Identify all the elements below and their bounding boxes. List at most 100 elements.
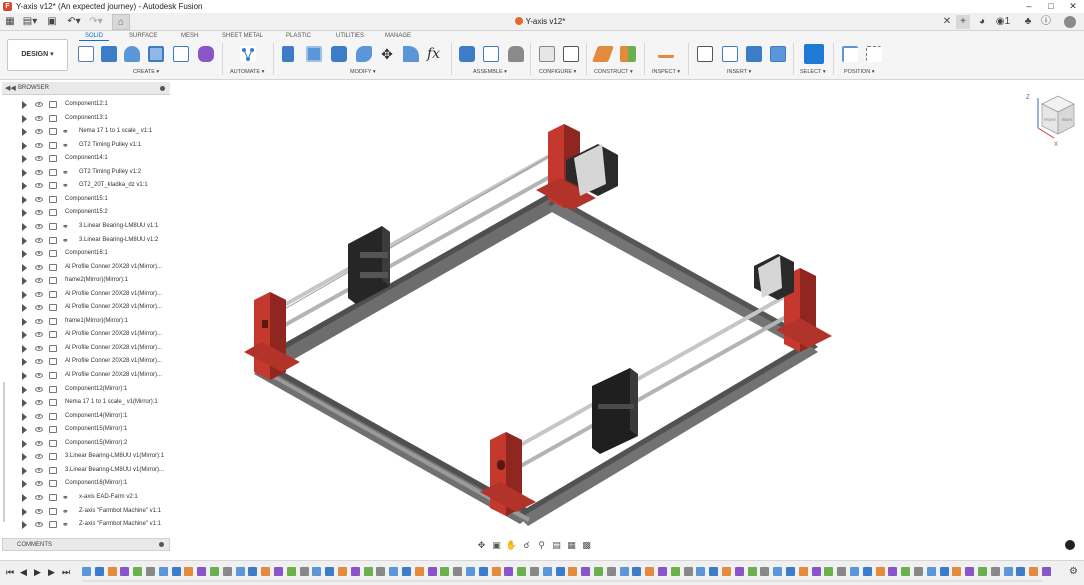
timeline-start-icon[interactable]: ⏮ [6,566,14,578]
tab-plastic[interactable]: PLASTIC [286,33,311,39]
offset-plane-icon[interactable] [592,46,614,62]
timeline-feature-icon[interactable] [491,567,501,576]
timeline-feature-icon[interactable] [107,567,117,576]
browser-tree-item[interactable]: Component15(Mirror):1 [18,423,172,436]
visibility-eye-icon[interactable] [35,467,43,473]
insert-canvas-icon[interactable] [770,46,786,62]
position-menu[interactable]: POSITION ▾ [844,69,875,75]
visibility-eye-icon[interactable] [35,494,43,500]
timeline-feature-icon[interactable] [683,567,693,576]
timeline-feature-icon[interactable] [171,567,181,576]
timeline-feature-icon[interactable] [235,567,245,576]
browser-tree-item[interactable]: ⚭ 3.Linear Bearing-LM8UU v1:2 [18,234,172,247]
grid-settings-icon[interactable]: ▦ [565,539,578,551]
timeline-feature-icon[interactable] [811,567,821,576]
timeline-feature-icon[interactable] [939,567,949,576]
expand-arrow-icon[interactable] [22,263,27,272]
expand-arrow-icon[interactable] [22,290,27,299]
document-tab[interactable]: Y-axis v12* [470,15,610,29]
visibility-eye-icon[interactable] [35,481,43,487]
browser-tree-item[interactable]: Component13:1 [18,112,172,125]
browser-tree-item[interactable]: Component14(Mirror):1 [18,410,172,423]
browser-tree-item[interactable]: Component12(Mirror):1 [18,383,172,396]
zoom-icon[interactable]: ☌ [520,539,533,551]
timeline-feature-icon[interactable] [210,567,219,576]
browser-scrollbar[interactable] [3,382,5,522]
tab-sheet-metal[interactable]: SHEET METAL [222,33,263,39]
expand-arrow-icon[interactable] [22,480,27,489]
capture-position-icon[interactable] [842,46,858,62]
split-body-icon[interactable] [403,46,419,62]
timeline-feature-icon[interactable] [402,567,411,576]
timeline-feature-icon[interactable] [274,567,283,576]
timeline-feature-icon[interactable] [94,567,104,576]
browser-tree-item[interactable]: frame2(Mirror)(Mirror):1 [18,274,172,287]
expand-arrow-icon[interactable] [22,493,27,502]
expand-arrow-icon[interactable] [22,155,27,164]
move-icon[interactable]: ✥ [379,46,395,62]
timeline-feature-icon[interactable] [645,567,655,576]
timeline-track[interactable] [82,580,1042,582]
canvas-viewport[interactable]: Z X FRONT RIGHT [172,82,1084,552]
timeline-feature-icon[interactable] [747,567,757,576]
visibility-eye-icon[interactable] [35,156,43,162]
timeline-feature-icon[interactable] [914,567,923,576]
browser-tree-item[interactable]: Component16:1 [18,247,172,260]
tab-solid[interactable]: SOLID [78,33,110,41]
browser-tree-item[interactable]: ⚭ Nema 17 1 to 1 scale_ v1:1 [18,125,172,138]
visibility-eye-icon[interactable] [35,251,43,257]
pattern-icon[interactable] [173,46,189,62]
visibility-eye-icon[interactable] [35,183,43,189]
timeline-feature-icon[interactable] [875,567,885,576]
timeline-feature-icon[interactable] [542,567,552,576]
timeline-feature-icon[interactable] [427,567,437,576]
visibility-eye-icon[interactable] [35,291,43,297]
timeline-feature-icon[interactable] [632,567,642,576]
timeline-feature-icon[interactable] [158,567,168,576]
timeline-feature-icon[interactable] [568,567,578,576]
visibility-eye-icon[interactable] [35,508,43,514]
look-at-icon[interactable]: ▣ [490,539,503,551]
press-pull-icon[interactable] [282,46,294,62]
browser-tree-item[interactable]: ⚭ x-axis EAD-Farm v2:1 [18,491,172,504]
home-icon[interactable]: ⌂ [112,14,130,30]
expand-arrow-icon[interactable] [22,304,27,313]
browser-tree-item[interactable]: ⚭ GT2 Timing Pulley v1:2 [18,166,172,179]
shell-icon[interactable] [356,46,372,62]
back-right-end-block[interactable] [536,124,618,210]
visibility-eye-icon[interactable] [35,332,43,338]
visibility-eye-icon[interactable] [35,413,43,419]
profile-icon[interactable] [1064,16,1076,28]
timeline-end-icon[interactable]: ⏭ [62,566,70,578]
close-icon[interactable]: ✕ [942,15,952,29]
visibility-eye-icon[interactable] [35,102,43,107]
insert-mcmaster-icon[interactable] [746,46,762,62]
expand-arrow-icon[interactable] [22,195,27,204]
configure-icon[interactable] [539,46,555,62]
pan-icon[interactable]: ✋ [505,539,518,551]
timeline-feature-icon[interactable] [926,567,936,576]
collapse-browser-icon[interactable]: ◀◀ [5,82,16,95]
timeline-feature-icon[interactable] [670,567,680,576]
expand-arrow-icon[interactable] [22,439,27,448]
timeline-feature-icon[interactable] [965,567,975,576]
timeline-feature-icon[interactable] [338,567,347,576]
viewports-icon[interactable]: ▩ [580,539,593,551]
insert-derive-icon[interactable] [697,46,713,62]
joint-icon[interactable] [483,46,499,62]
browser-tree-item[interactable]: Al Profile Conner 20X28 v1(Mirror)... [18,261,172,274]
timeline-feature-icon[interactable] [261,567,271,576]
expand-arrow-icon[interactable] [22,331,27,340]
modify-menu[interactable]: MODIFY ▾ [350,69,376,75]
visibility-eye-icon[interactable] [35,440,43,446]
configure-menu[interactable]: CONFIGURE ▾ [539,69,576,75]
visibility-eye-icon[interactable] [35,305,43,311]
jobs-icon[interactable]: ◉1 [994,15,1012,29]
timeline-feature-icon[interactable] [1003,567,1013,576]
expand-arrow-icon[interactable] [22,507,27,516]
visibility-eye-icon[interactable] [35,223,43,229]
visibility-eye-icon[interactable] [35,386,43,392]
timeline-feature-icon[interactable] [606,567,616,576]
tab-utilities[interactable]: UTILITIES [336,33,364,39]
file-icon[interactable]: ▤▾ [22,15,38,29]
